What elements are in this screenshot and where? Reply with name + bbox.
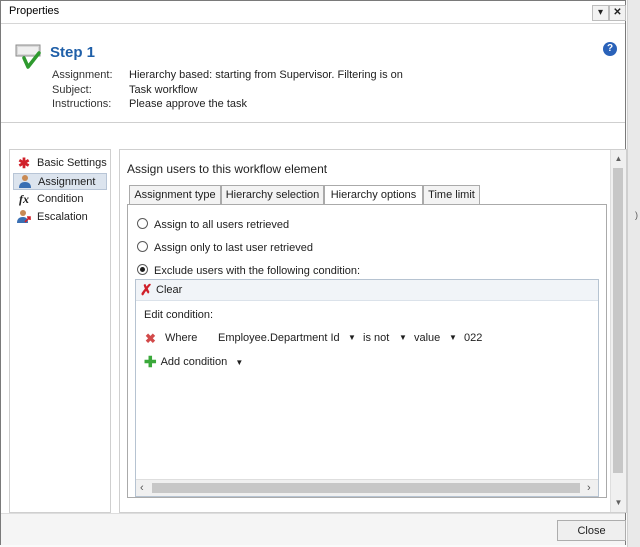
- fx-icon: fx: [19, 192, 29, 206]
- scroll-right-icon[interactable]: ›: [587, 482, 591, 494]
- info-label: Instructions:: [52, 98, 112, 110]
- chevron-down-icon[interactable]: ▼: [348, 333, 356, 342]
- radio-button[interactable]: [137, 264, 148, 275]
- sidebar-item-label: Basic Settings: [37, 157, 107, 169]
- radio-button[interactable]: [137, 241, 148, 252]
- option-label: Exclude users with the following conditi…: [154, 265, 361, 277]
- plus-icon: ✚: [144, 354, 157, 371]
- horizontal-scrollbar[interactable]: ‹ ›: [136, 479, 598, 496]
- scroll-left-icon[interactable]: ‹: [140, 482, 144, 494]
- chevron-down-icon[interactable]: ▼: [449, 333, 457, 342]
- condition-editor: ✗ Clear Edit condition: ✖ Where Employee…: [135, 279, 599, 497]
- help-icon[interactable]: ?: [603, 42, 617, 56]
- scroll-up-icon[interactable]: ▲: [611, 154, 626, 163]
- clear-icon[interactable]: ✗: [140, 281, 153, 299]
- info-subject-row: Subject: Task workflow: [52, 84, 197, 96]
- info-assignment-row: Assignment: Hierarchy based: starting fro…: [52, 69, 403, 81]
- where-label: Where: [165, 332, 198, 344]
- add-condition-button[interactable]: ✚ Add condition ▼: [144, 353, 243, 371]
- option-label: Assign only to last user retrieved: [154, 242, 313, 254]
- window-close-button[interactable]: ✕: [609, 5, 626, 21]
- close-icon: ✕: [613, 7, 622, 18]
- sidebar-item-label: Condition: [37, 193, 84, 205]
- sidebar-item-label: Assignment: [38, 176, 96, 188]
- window-menu-button[interactable]: ▾: [592, 5, 609, 21]
- sidebar-item-label: Escalation: [37, 211, 88, 223]
- window-title: Properties: [9, 5, 60, 17]
- edit-condition-label: Edit condition:: [144, 309, 214, 321]
- background-glyph: ): [635, 210, 638, 220]
- hierarchy-options-panel: Assign to all users retrieved Assign onl…: [127, 204, 607, 498]
- condition-toolbar: ✗ Clear: [136, 280, 598, 301]
- step-title: Step 1: [50, 44, 96, 61]
- tab-time-limit[interactable]: Time limit: [423, 185, 480, 204]
- info-label: Subject:: [52, 84, 92, 96]
- field-selector[interactable]: Employee.Department Id: [218, 332, 340, 344]
- title-bar: Properties ▾ ✕: [1, 1, 626, 24]
- vertical-scrollbar[interactable]: ▲ ▼: [610, 150, 626, 512]
- chevron-down-icon[interactable]: ▼: [399, 333, 407, 342]
- chevron-down-icon: ▾: [597, 7, 604, 18]
- dialog-footer: [1, 513, 625, 545]
- chevron-down-icon[interactable]: ▼: [235, 358, 243, 367]
- scroll-thumb[interactable]: [152, 483, 580, 493]
- asterisk-icon: ✱: [18, 155, 30, 171]
- escalation-icon: [17, 209, 31, 229]
- info-label: Assignment:: [52, 69, 113, 81]
- remove-condition-icon[interactable]: ✖: [145, 331, 156, 347]
- option-label: Assign to all users retrieved: [154, 219, 290, 231]
- panel-title: Assign users to this workflow element: [127, 162, 328, 176]
- value-type-selector[interactable]: value: [414, 332, 440, 344]
- sidebar-item-basic-settings[interactable]: ✱ Basic Settings: [13, 155, 107, 172]
- step-complete-icon: [15, 41, 45, 74]
- condition-row: ✖ Where Employee.Department Id ▼ is not …: [144, 331, 594, 347]
- info-value: Task workflow: [129, 84, 198, 96]
- tab-hierarchy-selection[interactable]: Hierarchy selection: [221, 185, 324, 204]
- add-condition-label: Add condition: [160, 356, 228, 368]
- clear-button[interactable]: Clear: [156, 284, 182, 296]
- sidebar-item-assignment[interactable]: Assignment: [13, 173, 107, 190]
- option-exclude-users[interactable]: Exclude users with the following conditi…: [137, 264, 360, 277]
- operator-selector[interactable]: is not: [363, 332, 389, 344]
- info-value: Hierarchy based: starting from Superviso…: [129, 69, 403, 81]
- properties-dialog: Properties ▾ ✕ Step 1 Assignment: Hierarc…: [0, 0, 627, 545]
- info-value: Please approve the task: [129, 98, 248, 110]
- sidebar-item-escalation[interactable]: Escalation: [13, 209, 107, 226]
- radio-button[interactable]: [137, 218, 148, 229]
- tab-hierarchy-options[interactable]: Hierarchy options: [324, 185, 423, 205]
- condition-value[interactable]: 022: [464, 332, 482, 344]
- option-last-user[interactable]: Assign only to last user retrieved: [137, 241, 313, 254]
- option-all-users[interactable]: Assign to all users retrieved: [137, 218, 289, 231]
- sidebar-item-condition[interactable]: fx Condition: [13, 191, 107, 208]
- scroll-thumb[interactable]: [613, 168, 623, 473]
- sidebar-nav: ✱ Basic Settings Assignment fx Condition…: [9, 149, 111, 513]
- scroll-down-icon[interactable]: ▼: [611, 498, 626, 507]
- assignment-panel: Assign users to this workflow element As…: [119, 149, 627, 513]
- background-window-edge: ): [627, 0, 640, 547]
- tab-assignment-type[interactable]: Assignment type: [129, 185, 221, 204]
- close-button[interactable]: Close: [557, 520, 626, 541]
- info-instructions-row: Instructions: Please approve the task: [52, 98, 247, 110]
- step-header: Step 1 Assignment: Hierarchy based: start…: [1, 24, 625, 123]
